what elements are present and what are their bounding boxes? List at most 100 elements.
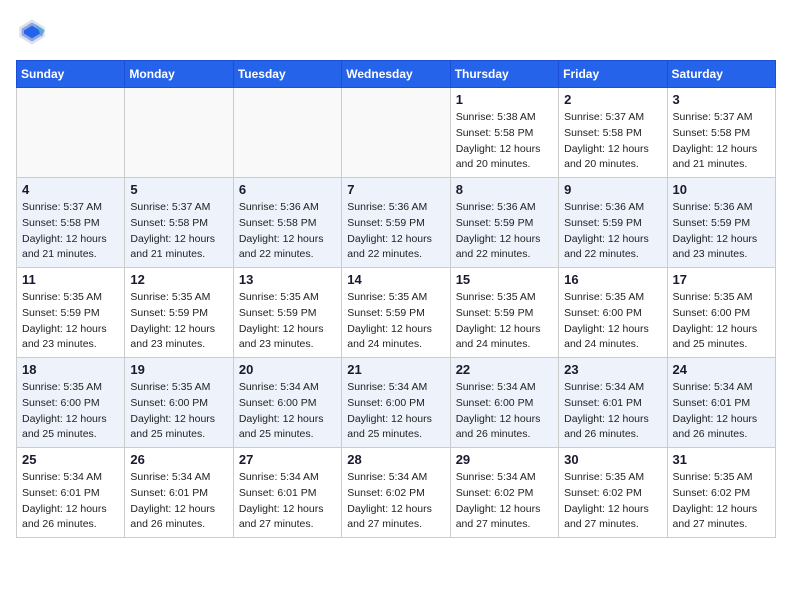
day-number: 27 xyxy=(239,452,336,467)
calendar-day: 23Sunrise: 5:34 AM Sunset: 6:01 PM Dayli… xyxy=(559,358,667,448)
calendar-day xyxy=(342,88,450,178)
day-info: Sunrise: 5:35 AM Sunset: 6:02 PM Dayligh… xyxy=(564,470,661,533)
day-info: Sunrise: 5:35 AM Sunset: 5:59 PM Dayligh… xyxy=(347,290,444,353)
day-info: Sunrise: 5:37 AM Sunset: 5:58 PM Dayligh… xyxy=(673,110,770,173)
day-number: 8 xyxy=(456,182,553,197)
calendar-body: 1Sunrise: 5:38 AM Sunset: 5:58 PM Daylig… xyxy=(17,88,776,538)
day-header-thursday: Thursday xyxy=(450,61,558,88)
day-number: 17 xyxy=(673,272,770,287)
calendar-day: 13 Sunrise: 5:35 AM Sunset: 5:59 PM Dayli… xyxy=(233,268,341,358)
day-header-friday: Friday xyxy=(559,61,667,88)
calendar-week-4: 18 Sunrise: 5:35 AM Sunset: 6:00 PM Dayli… xyxy=(17,358,776,448)
day-number: 7 xyxy=(347,182,444,197)
day-info: Sunrise: 5:35 AM Sunset: 5:59 PM Dayligh… xyxy=(456,290,553,353)
day-info: Sunrise: 5:35 AM Sunset: 6:00 PM Dayligh… xyxy=(22,380,119,443)
day-number: 22 xyxy=(456,362,553,377)
calendar-day: 27 Sunrise: 5:34 AM Sunset: 6:01 PM Dayli… xyxy=(233,448,341,538)
day-info: Sunrise: 5:36 AM Sunset: 5:58 PM Dayligh… xyxy=(239,200,336,263)
day-info: Sunrise: 5:34 AM Sunset: 6:01 PM Dayligh… xyxy=(22,470,119,533)
day-number: 30 xyxy=(564,452,661,467)
day-info: Sunrise: 5:35 AM Sunset: 5:59 PM Dayligh… xyxy=(22,290,119,353)
calendar-day: 17 Sunrise: 5:35 AM Sunset: 6:00 PM Dayli… xyxy=(667,268,775,358)
day-info: Sunrise: 5:35 AM Sunset: 6:00 PM Dayligh… xyxy=(564,290,661,353)
calendar-day: 2 Sunrise: 5:37 AM Sunset: 5:58 PM Daylig… xyxy=(559,88,667,178)
day-number: 19 xyxy=(130,362,227,377)
day-info: Sunrise: 5:34 AM Sunset: 6:02 PM Dayligh… xyxy=(347,470,444,533)
day-number: 1 xyxy=(456,92,553,107)
day-info: Sunrise: 5:35 AM Sunset: 6:00 PM Dayligh… xyxy=(673,290,770,353)
day-number: 11 xyxy=(22,272,119,287)
day-info: Sunrise: 5:36 AM Sunset: 5:59 PM Dayligh… xyxy=(564,200,661,263)
page-header xyxy=(16,16,776,48)
calendar-day: 10 Sunrise: 5:36 AM Sunset: 5:59 PM Dayli… xyxy=(667,178,775,268)
day-info: Sunrise: 5:37 AM Sunset: 5:58 PM Dayligh… xyxy=(564,110,661,173)
day-header-monday: Monday xyxy=(125,61,233,88)
day-header-wednesday: Wednesday xyxy=(342,61,450,88)
day-number: 4 xyxy=(22,182,119,197)
day-number: 13 xyxy=(239,272,336,287)
calendar-day: 26Sunrise: 5:34 AM Sunset: 6:01 PM Dayli… xyxy=(125,448,233,538)
day-number: 21 xyxy=(347,362,444,377)
calendar-day: 6 Sunrise: 5:36 AM Sunset: 5:58 PM Daylig… xyxy=(233,178,341,268)
day-number: 2 xyxy=(564,92,661,107)
day-number: 12 xyxy=(130,272,227,287)
calendar-day: 11 Sunrise: 5:35 AM Sunset: 5:59 PM Dayli… xyxy=(17,268,125,358)
calendar-week-3: 11 Sunrise: 5:35 AM Sunset: 5:59 PM Dayli… xyxy=(17,268,776,358)
day-info: Sunrise: 5:34 AM Sunset: 6:01 PM Dayligh… xyxy=(673,380,770,443)
day-number: 28 xyxy=(347,452,444,467)
day-number: 9 xyxy=(564,182,661,197)
day-info: Sunrise: 5:37 AM Sunset: 5:58 PM Dayligh… xyxy=(130,200,227,263)
day-info: Sunrise: 5:36 AM Sunset: 5:59 PM Dayligh… xyxy=(456,200,553,263)
calendar-day: 3 Sunrise: 5:37 AM Sunset: 5:58 PM Daylig… xyxy=(667,88,775,178)
day-header-saturday: Saturday xyxy=(667,61,775,88)
day-number: 14 xyxy=(347,272,444,287)
calendar-day: 21Sunrise: 5:34 AM Sunset: 6:00 PM Dayli… xyxy=(342,358,450,448)
logo xyxy=(16,16,52,48)
day-number: 6 xyxy=(239,182,336,197)
calendar-week-5: 25 Sunrise: 5:34 AM Sunset: 6:01 PM Dayli… xyxy=(17,448,776,538)
day-info: Sunrise: 5:34 AM Sunset: 6:01 PM Dayligh… xyxy=(239,470,336,533)
day-number: 3 xyxy=(673,92,770,107)
day-number: 23 xyxy=(564,362,661,377)
calendar-table: SundayMondayTuesdayWednesdayThursdayFrid… xyxy=(16,60,776,538)
calendar-day: 25 Sunrise: 5:34 AM Sunset: 6:01 PM Dayli… xyxy=(17,448,125,538)
calendar-day: 9 Sunrise: 5:36 AM Sunset: 5:59 PM Daylig… xyxy=(559,178,667,268)
logo-icon xyxy=(16,16,48,48)
calendar-day xyxy=(233,88,341,178)
calendar-day: 12Sunrise: 5:35 AM Sunset: 5:59 PM Dayli… xyxy=(125,268,233,358)
day-number: 29 xyxy=(456,452,553,467)
day-info: Sunrise: 5:35 AM Sunset: 5:59 PM Dayligh… xyxy=(239,290,336,353)
day-header-sunday: Sunday xyxy=(17,61,125,88)
calendar-header: SundayMondayTuesdayWednesdayThursdayFrid… xyxy=(17,61,776,88)
day-info: Sunrise: 5:34 AM Sunset: 6:02 PM Dayligh… xyxy=(456,470,553,533)
day-info: Sunrise: 5:36 AM Sunset: 5:59 PM Dayligh… xyxy=(347,200,444,263)
calendar-day: 22 Sunrise: 5:34 AM Sunset: 6:00 PM Dayli… xyxy=(450,358,558,448)
calendar-day: 30 Sunrise: 5:35 AM Sunset: 6:02 PM Dayli… xyxy=(559,448,667,538)
calendar-day xyxy=(17,88,125,178)
day-info: Sunrise: 5:35 AM Sunset: 6:00 PM Dayligh… xyxy=(130,380,227,443)
day-number: 31 xyxy=(673,452,770,467)
day-number: 24 xyxy=(673,362,770,377)
calendar-day: 8 Sunrise: 5:36 AM Sunset: 5:59 PM Daylig… xyxy=(450,178,558,268)
day-number: 10 xyxy=(673,182,770,197)
calendar-day: 16Sunrise: 5:35 AM Sunset: 6:00 PM Dayli… xyxy=(559,268,667,358)
day-info: Sunrise: 5:34 AM Sunset: 6:00 PM Dayligh… xyxy=(239,380,336,443)
day-header-tuesday: Tuesday xyxy=(233,61,341,88)
calendar-day: 19 Sunrise: 5:35 AM Sunset: 6:00 PM Dayli… xyxy=(125,358,233,448)
calendar-week-1: 1Sunrise: 5:38 AM Sunset: 5:58 PM Daylig… xyxy=(17,88,776,178)
calendar-day: 18 Sunrise: 5:35 AM Sunset: 6:00 PM Dayli… xyxy=(17,358,125,448)
day-number: 25 xyxy=(22,452,119,467)
day-number: 20 xyxy=(239,362,336,377)
calendar-day: 1Sunrise: 5:38 AM Sunset: 5:58 PM Daylig… xyxy=(450,88,558,178)
calendar-day: 15 Sunrise: 5:35 AM Sunset: 5:59 PM Dayli… xyxy=(450,268,558,358)
day-number: 15 xyxy=(456,272,553,287)
day-info: Sunrise: 5:34 AM Sunset: 6:00 PM Dayligh… xyxy=(456,380,553,443)
header-row: SundayMondayTuesdayWednesdayThursdayFrid… xyxy=(17,61,776,88)
day-number: 5 xyxy=(130,182,227,197)
calendar-day: 14 Sunrise: 5:35 AM Sunset: 5:59 PM Dayli… xyxy=(342,268,450,358)
calendar-week-2: 4 Sunrise: 5:37 AM Sunset: 5:58 PM Daylig… xyxy=(17,178,776,268)
day-info: Sunrise: 5:36 AM Sunset: 5:59 PM Dayligh… xyxy=(673,200,770,263)
calendar-day: 31Sunrise: 5:35 AM Sunset: 6:02 PM Dayli… xyxy=(667,448,775,538)
calendar-day: 20 Sunrise: 5:34 AM Sunset: 6:00 PM Dayli… xyxy=(233,358,341,448)
day-number: 18 xyxy=(22,362,119,377)
